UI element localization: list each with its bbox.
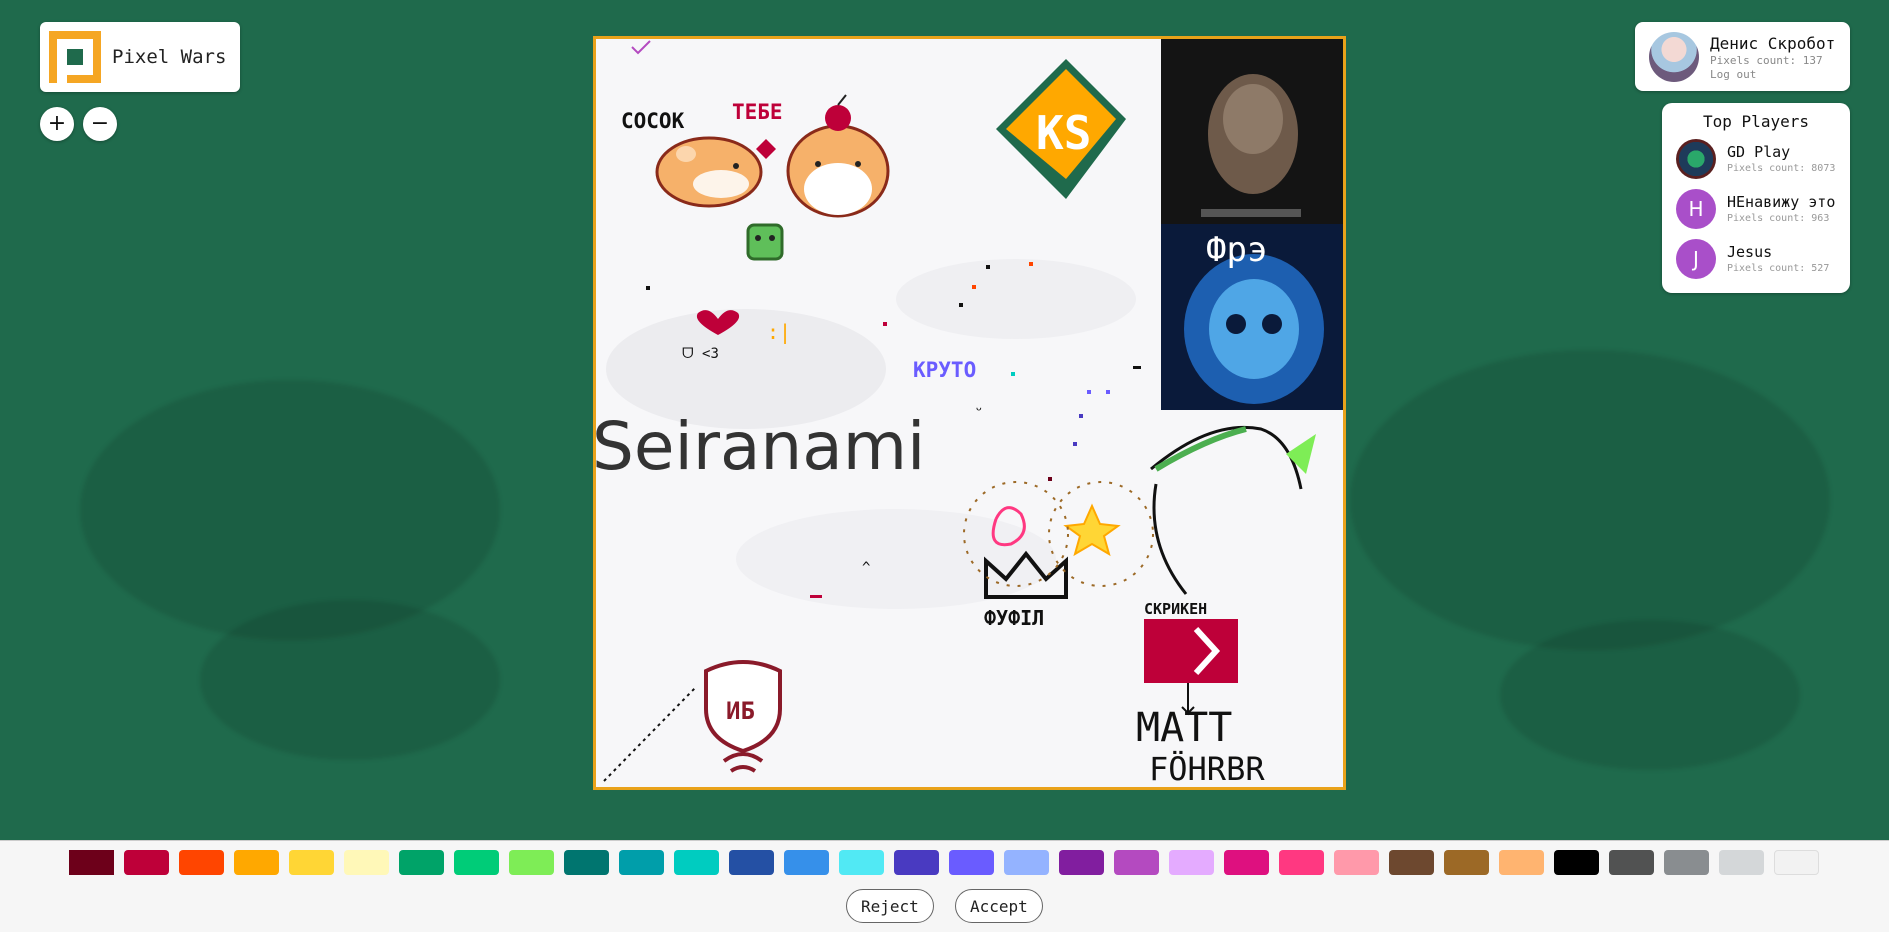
reject-button[interactable]: Reject: [846, 889, 934, 923]
user-name: Денис Скробот: [1710, 34, 1836, 53]
player-avatar: J: [1676, 239, 1716, 279]
cocok-text: COCOK: [621, 109, 685, 133]
svg-text:KS: KS: [1036, 106, 1091, 160]
fre-skull-art: Фрэ: [1161, 224, 1343, 410]
player-pixels-count: Pixels count: 963: [1727, 213, 1830, 224]
color-swatch[interactable]: [399, 850, 444, 875]
color-palette-bar: Reject Accept: [0, 840, 1889, 932]
color-swatch[interactable]: [949, 850, 994, 875]
zoom-out-button[interactable]: −: [83, 107, 117, 141]
player-name: НЕнавижу это: [1727, 193, 1836, 211]
color-swatch[interactable]: [1774, 850, 1819, 875]
ib-text: ИБ: [726, 697, 755, 725]
svg-text:^: ^: [862, 560, 870, 576]
svg-text:ᵕ: ᵕ: [974, 401, 984, 420]
svg-text::|: :|: [767, 320, 791, 344]
skryken-text: СКРИКЕН: [1144, 600, 1207, 618]
color-swatch[interactable]: [1389, 850, 1434, 875]
color-swatch[interactable]: [1609, 850, 1654, 875]
color-swatch[interactable]: [1059, 850, 1104, 875]
player-pixels-count: Pixels count: 527: [1727, 263, 1830, 274]
seiranami-text: Seiranami: [596, 408, 925, 485]
matt-text: MATT: [1136, 705, 1232, 751]
kpyto-text: КРУТО: [913, 358, 976, 382]
color-swatch[interactable]: [784, 850, 829, 875]
color-swatch[interactable]: [1224, 850, 1269, 875]
accept-button[interactable]: Accept: [955, 889, 1043, 923]
logout-link[interactable]: Log out: [1710, 68, 1756, 81]
player-avatar: [1676, 139, 1716, 179]
color-swatch[interactable]: [1664, 850, 1709, 875]
color-swatch[interactable]: [564, 850, 609, 875]
hamster-right-art: [786, 94, 890, 218]
player-avatar: H: [1676, 189, 1716, 229]
ib-shield-art: ИБ: [704, 660, 782, 773]
player-name: GD Play: [1727, 143, 1791, 161]
color-swatch[interactable]: [289, 850, 334, 875]
ks-logo-art: KS: [996, 59, 1126, 199]
zoom-in-button[interactable]: +: [40, 107, 74, 141]
color-swatch[interactable]: [729, 850, 774, 875]
frog-art: [746, 223, 784, 261]
pixel-canvas[interactable]: COCOK ТЕБЕ ᗜ <3 :| КРУТО ᵕ ^ Seiranami K…: [593, 36, 1346, 790]
color-swatch[interactable]: [1719, 850, 1764, 875]
app-title: Pixel Wars: [112, 46, 227, 68]
player-item[interactable]: J Jesus Pixels count: 527: [1676, 239, 1846, 283]
player-name: Jesus: [1727, 243, 1773, 261]
player-item[interactable]: H НЕнавижу это Pixels count: 963: [1676, 189, 1846, 233]
fre-text: Фрэ: [1206, 230, 1267, 270]
color-swatch[interactable]: [509, 850, 554, 875]
tebe-text: ТЕБЕ: [732, 100, 783, 124]
color-swatch[interactable]: [1444, 850, 1489, 875]
user-profile-card: Денис Скробот Pixels count: 137 Log out: [1635, 22, 1850, 91]
color-swatch[interactable]: [1169, 850, 1214, 875]
user-pixels-count: Pixels count: 137: [1710, 54, 1823, 67]
hamster-left-art: [655, 136, 763, 208]
pixel-wars-logo-icon: [49, 31, 101, 83]
color-swatch[interactable]: [1279, 850, 1324, 875]
color-swatch[interactable]: [894, 850, 939, 875]
color-swatch[interactable]: [674, 850, 719, 875]
player-pixels-count: Pixels count: 8073: [1727, 163, 1836, 174]
svg-text:ᗜ <3: ᗜ <3: [682, 346, 719, 362]
color-swatch[interactable]: [124, 850, 169, 875]
portrait-art: [1161, 39, 1343, 224]
color-swatch[interactable]: [619, 850, 664, 875]
color-swatch[interactable]: [69, 850, 114, 875]
user-avatar[interactable]: [1649, 32, 1699, 82]
fufil-text: ФУФІЛ: [984, 606, 1044, 630]
color-swatch[interactable]: [1499, 850, 1544, 875]
app-logo-card: Pixel Wars: [40, 22, 240, 92]
player-item[interactable]: GD Play Pixels count: 8073: [1676, 139, 1846, 183]
color-swatch[interactable]: [1334, 850, 1379, 875]
color-swatch[interactable]: [1114, 850, 1159, 875]
color-swatch[interactable]: [344, 850, 389, 875]
color-swatch[interactable]: [1554, 850, 1599, 875]
color-swatch[interactable]: [839, 850, 884, 875]
top-players-panel: Top Players GD Play Pixels count: 8073 H…: [1662, 103, 1850, 293]
top-players-title: Top Players: [1703, 112, 1809, 131]
color-swatch[interactable]: [454, 850, 499, 875]
fohrbr-text: FÖHRBR: [1149, 750, 1265, 787]
color-swatch[interactable]: [179, 850, 224, 875]
color-swatch[interactable]: [1004, 850, 1049, 875]
color-swatch[interactable]: [234, 850, 279, 875]
skryken-art: [1144, 619, 1238, 683]
